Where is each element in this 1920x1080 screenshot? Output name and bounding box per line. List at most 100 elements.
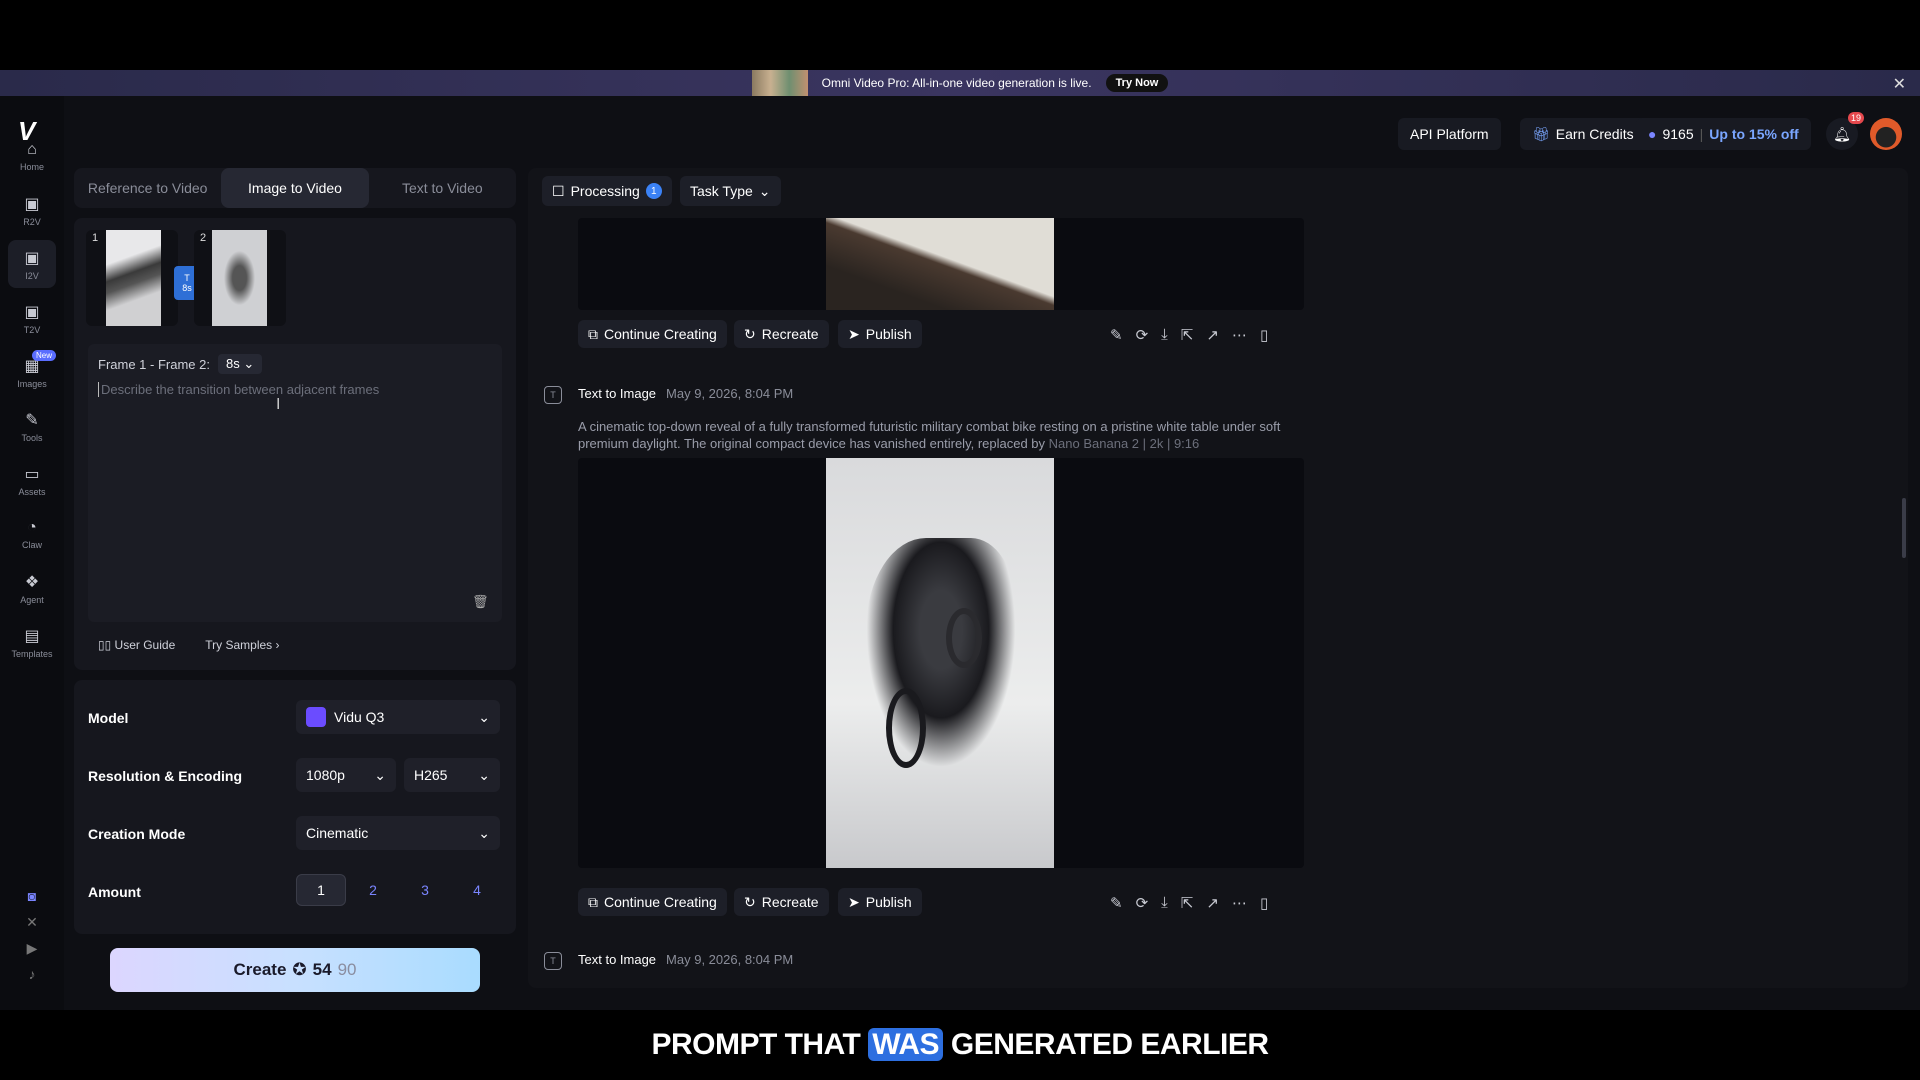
result-tools-2: ✎ ⟳ ⤓ ⇱ ↗ ⋯ ▯ <box>1110 894 1268 912</box>
try-samples-label: Try Samples <box>205 638 273 652</box>
remix-icon[interactable]: ⟳ <box>1136 326 1149 344</box>
rail-item-r2v[interactable]: ▣ R2V <box>8 186 56 234</box>
avatar[interactable] <box>1870 118 1902 150</box>
creation-mode-select[interactable]: Cinematic ⌄ <box>296 816 500 850</box>
caption-after: GENERATED EARLIER <box>950 1028 1269 1061</box>
rail-item-label: R2V <box>23 216 41 227</box>
banner-thumbnail <box>751 70 808 96</box>
discord-icon[interactable]: ◙ <box>22 886 42 906</box>
continue-creating-button[interactable]: ⧉ Continue Creating <box>578 320 727 348</box>
open-icon[interactable]: ⇱ <box>1181 326 1194 344</box>
more-icon[interactable]: ⋯ <box>1232 894 1247 912</box>
model-select[interactable]: Vidu Q3 ⌄ <box>296 700 500 734</box>
credit-icon: ✪ <box>292 960 307 979</box>
encoding-select[interactable]: H265 ⌄ <box>404 758 500 792</box>
tab-image-to-video[interactable]: Image to Video <box>221 168 369 208</box>
tab-text-to-video[interactable]: Text to Video <box>369 168 516 208</box>
task-meta: Nano Banana 2 | 2k | 9:16 <box>1048 436 1200 451</box>
open-icon[interactable]: ⇱ <box>1181 894 1194 912</box>
remix-icon[interactable]: ⟳ <box>1136 894 1149 912</box>
download-icon[interactable]: ⤓ <box>1161 894 1168 912</box>
credits-button[interactable]: ● 9165 | Up to 15% off <box>1636 118 1811 150</box>
x-icon[interactable]: ✕ <box>22 912 42 932</box>
amount-option-4[interactable]: 4 <box>452 874 502 906</box>
try-samples-link[interactable]: Try Samples › <box>205 638 279 652</box>
tab-reference-to-video[interactable]: Reference to Video <box>74 168 221 208</box>
rail-item-i2v[interactable]: ▣ I2V <box>8 240 56 288</box>
chevron-down-icon: ⌄ <box>478 824 490 841</box>
feed-scrollbar[interactable] <box>1902 498 1906 558</box>
share-icon[interactable]: ↗ <box>1206 894 1219 912</box>
rail-item-t2v[interactable]: ▣ T2V <box>8 294 56 342</box>
task-date: May 9, 2026, 8:04 PM <box>666 952 794 967</box>
rail-item-home[interactable]: ⌂ Home <box>8 132 56 180</box>
rail-item-tools[interactable]: ✎ Tools <box>8 402 56 450</box>
amount-option-3[interactable]: 3 <box>400 874 450 906</box>
create-button[interactable]: Create ✪ 54 90 <box>110 948 480 992</box>
share-icon[interactable]: ↗ <box>1206 326 1219 344</box>
frame-2-image <box>212 230 267 326</box>
amount-option-1[interactable]: 1 <box>296 874 346 906</box>
download-icon[interactable]: ⤓ <box>1161 326 1168 344</box>
bookmark-icon[interactable]: ▯ <box>1260 894 1268 912</box>
guide-row: ▯▯ User Guide Try Samples › <box>98 638 280 652</box>
task-type-filter[interactable]: Task Type ⌄ <box>680 176 781 206</box>
nav-rail: V ⌂ Home ▣ R2V ▣ I2V ▣ T2V ▦ Images New ✎ Tools ▭ Asse… <box>0 96 64 1010</box>
tools-icon: ✎ <box>25 411 39 429</box>
task-type-label: Task Type <box>690 183 753 199</box>
rail-item-templates[interactable]: ▤ Templates <box>8 618 56 666</box>
task-prompt[interactable]: A cinematic top-down reveal of a fully t… <box>578 418 1308 452</box>
more-icon[interactable]: ⋯ <box>1232 326 1247 344</box>
processing-filter[interactable]: ☐ Processing 1 <box>542 176 672 206</box>
frame-1-thumbnail[interactable]: 1 <box>86 230 178 326</box>
magic-wand-icon[interactable]: ✎ <box>1110 326 1123 344</box>
result-media-2[interactable] <box>578 458 1304 868</box>
api-platform-button[interactable]: API Platform <box>1398 118 1501 150</box>
continue-creating-button[interactable]: ⧉ Continue Creating <box>578 888 727 916</box>
magic-wand-icon[interactable]: ✎ <box>1110 894 1123 912</box>
caption-before: PROMPT THAT <box>651 1028 861 1061</box>
rail-item-assets[interactable]: ▭ Assets <box>8 456 56 504</box>
result-media-1[interactable] <box>578 218 1304 310</box>
model-value: Vidu Q3 <box>334 709 385 725</box>
earn-credits-button[interactable]: 🎁︎ Earn Credits <box>1520 118 1646 150</box>
tiktok-icon[interactable]: ♪ <box>22 964 42 984</box>
close-icon[interactable]: ✕ <box>1893 74 1906 94</box>
amount-option-2[interactable]: 2 <box>348 874 398 906</box>
publish-button[interactable]: ➤ Publish <box>838 888 922 916</box>
rail-item-agent[interactable]: ❖ Agent <box>8 564 56 612</box>
app-window: V ⌂ Home ▣ R2V ▣ I2V ▣ T2V ▦ Images New ✎ Tools ▭ Asse… <box>0 96 1920 1010</box>
result-tools-1: ✎ ⟳ ⤓ ⇱ ↗ ⋯ ▯ <box>1110 326 1268 344</box>
continue-label: Continue Creating <box>604 894 717 910</box>
youtube-icon[interactable]: ▶ <box>22 938 42 958</box>
frame-2-thumbnail[interactable]: 2 <box>194 230 286 326</box>
publish-label: Publish <box>865 326 912 342</box>
continue-label: Continue Creating <box>604 326 717 342</box>
bookmark-icon[interactable]: ▯ <box>1260 326 1268 344</box>
publish-button[interactable]: ➤ Publish <box>838 320 922 348</box>
user-guide-link[interactable]: ▯▯ User Guide <box>98 638 175 652</box>
chevron-down-icon: ⌄ <box>758 182 771 199</box>
resolution-label: Resolution & Encoding <box>88 768 242 784</box>
frame-1-image <box>106 230 161 326</box>
promo-banner: Omni Video Pro: All-in-one video generat… <box>0 70 1920 96</box>
rail-item-label: Templates <box>11 648 53 659</box>
notification-button[interactable]: 🔔︎ 19 <box>1826 112 1864 150</box>
recreate-button[interactable]: ↻ Recreate <box>734 320 829 348</box>
transition-prompt-input[interactable]: Describe the transition between adjacent… <box>98 382 488 397</box>
recreate-button[interactable]: ↻ Recreate <box>734 888 829 916</box>
send-icon: ➤ <box>848 893 860 910</box>
duration-select[interactable]: 8s ⌄ <box>217 354 263 374</box>
create-cost-original: 90 <box>337 960 357 979</box>
rail-item-claw[interactable]: ◔ Claw <box>8 510 56 558</box>
recreate-icon: ↻ <box>744 325 756 342</box>
rail-item-images[interactable]: ▦ Images New <box>8 348 56 396</box>
create-cost: 54 <box>312 960 332 979</box>
transition-duration: 8s <box>182 283 192 293</box>
trash-icon[interactable]: 🗑︎ <box>472 594 489 610</box>
chevron-down-icon: ⌄ <box>478 708 490 725</box>
motorcycle-wheel <box>946 608 982 668</box>
resolution-select[interactable]: 1080p ⌄ <box>296 758 396 792</box>
video-caption: PROMPT THAT WAS GENERATED EARLIER <box>0 1028 1920 1062</box>
try-now-button[interactable]: Try Now <box>1105 74 1169 92</box>
